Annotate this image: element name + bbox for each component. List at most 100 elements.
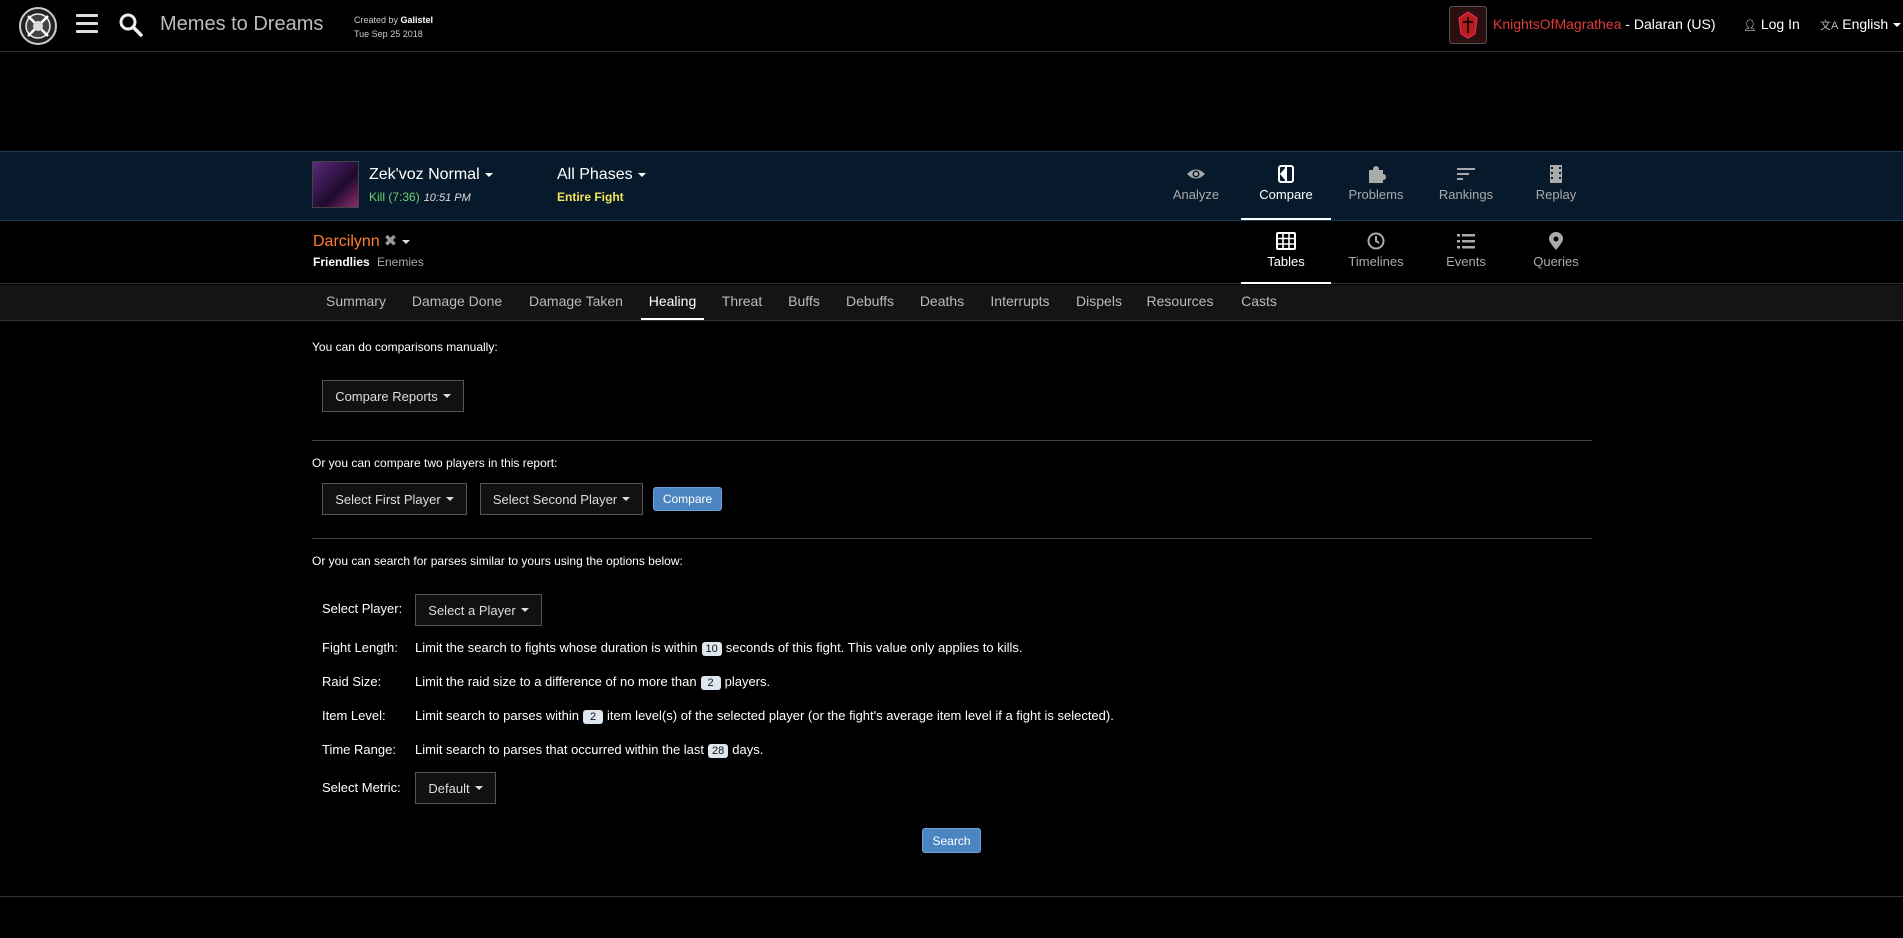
login-button[interactable]: 👤︎ Log In <box>1743 16 1800 32</box>
tab-analyze[interactable]: Analyze <box>1151 152 1241 220</box>
button-label: Compare Reports <box>335 388 438 404</box>
first-player-select[interactable]: Select First Player <box>322 483 467 515</box>
kill-result: Kill (7:36) <box>369 190 420 204</box>
fight-time: 10:51 PM <box>423 192 471 204</box>
hamburger-menu-icon[interactable] <box>76 14 98 34</box>
pin-icon <box>1549 232 1563 250</box>
friendlies-link[interactable]: Friendlies <box>313 255 370 269</box>
chevron-down-icon[interactable] <box>402 239 411 244</box>
boss-portrait <box>312 161 359 208</box>
guild-realm[interactable]: KnightsOfMagrathea - Dalaran (US) <box>1493 16 1716 32</box>
second-player-select[interactable]: Select Second Player <box>480 483 643 515</box>
fight-result: Kill (7:36) 10:51 PM <box>369 190 471 204</box>
fight-length-label: Fight Length: <box>322 640 398 655</box>
tab-timelines[interactable]: Timelines <box>1331 221 1421 284</box>
player-selector[interactable]: Darcilynn ✖ <box>313 231 411 251</box>
tab-damage-done[interactable]: Damage Done <box>404 285 510 320</box>
metric-label: Select Metric: <box>322 780 401 795</box>
tab-queries[interactable]: Queries <box>1511 221 1601 284</box>
tab-buffs[interactable]: Buffs <box>779 285 829 320</box>
raid-size-input[interactable]: 2 <box>700 676 721 690</box>
tab-debuffs[interactable]: Debuffs <box>837 285 903 320</box>
tab-deaths[interactable]: Deaths <box>911 285 973 320</box>
button-label: Select First Player <box>335 491 441 507</box>
phase-selector[interactable]: All Phases <box>557 166 646 184</box>
compare-players-text: Or you can compare two players in this r… <box>312 456 558 470</box>
fight-length-input[interactable]: 10 <box>701 642 722 656</box>
item-level-input[interactable]: 2 <box>583 710 604 724</box>
chevron-down-icon <box>637 172 646 177</box>
tab-tables[interactable]: Tables <box>1241 221 1331 284</box>
chevron-down-icon <box>484 172 493 177</box>
tab-label: Compare <box>1259 187 1313 202</box>
tab-events[interactable]: Events <box>1421 221 1511 284</box>
table-icon <box>1276 232 1296 250</box>
tab-compare[interactable]: Compare <box>1241 152 1331 220</box>
tab-label: Rankings <box>1438 187 1494 202</box>
eye-icon <box>1187 169 1205 179</box>
time-range-input[interactable]: 28 <box>708 744 729 758</box>
raid-size-label: Raid Size: <box>322 674 382 689</box>
tab-dispels[interactable]: Dispels <box>1067 285 1131 320</box>
created-by-label: Created by <box>354 15 399 25</box>
tab-problems[interactable]: Problems <box>1331 152 1421 220</box>
divider <box>312 538 1592 539</box>
search-button[interactable]: Search <box>922 828 981 853</box>
language-label: English <box>1842 16 1889 32</box>
tab-interrupts[interactable]: Interrupts <box>981 285 1059 320</box>
select-player-dropdown[interactable]: Select a Player <box>415 594 542 626</box>
fight-header: Zek'voz Normal Kill (7:36) 10:51 PM All P… <box>0 151 1903 221</box>
phase-sub-label: Entire Fight <box>557 190 624 204</box>
guild-name[interactable]: KnightsOfMagrathea <box>1493 16 1621 32</box>
button-label: Select Second Player <box>492 491 618 507</box>
tab-label: Timelines <box>1348 254 1404 269</box>
search-icon[interactable] <box>118 12 144 38</box>
tab-label: Tables <box>1267 254 1305 269</box>
fight-length-post: seconds of this fight. This value only a… <box>725 640 1023 655</box>
tab-damage-taken[interactable]: Damage Taken <box>519 285 633 320</box>
tab-healing[interactable]: Healing <box>641 285 704 320</box>
select-player-label: Select Player: <box>322 601 403 616</box>
time-range-description: Limit search to parses that occurred wit… <box>415 742 763 758</box>
puzzle-icon <box>1369 166 1386 183</box>
raid-size-description: Limit the raid size to a difference of n… <box>415 674 770 690</box>
tab-label: Analyze <box>1172 187 1220 202</box>
fight-length-description: Limit the search to fights whose duratio… <box>415 640 1023 656</box>
tab-resources[interactable]: Resources <box>1139 285 1221 320</box>
creator-name[interactable]: Galistel <box>401 15 434 25</box>
compare-reports-button[interactable]: Compare Reports <box>322 380 464 412</box>
close-icon[interactable]: ✖ <box>384 233 397 250</box>
boss-selector[interactable]: Zek'voz Normal <box>369 166 493 184</box>
phase-label: All Phases <box>557 166 633 183</box>
chevron-down-icon <box>474 786 483 790</box>
tab-summary[interactable]: Summary <box>318 285 394 320</box>
metric-dropdown[interactable]: Default <box>415 772 496 804</box>
film-icon <box>1550 165 1562 183</box>
time-range-label: Time Range: <box>322 742 396 757</box>
top-bar: Memes to Dreams Created by Galistel Tue … <box>0 0 1903 52</box>
tab-replay[interactable]: Replay <box>1511 152 1601 220</box>
item-level-pre: Limit search to parses within <box>415 708 580 723</box>
enemies-link[interactable]: Enemies <box>377 255 424 269</box>
tab-threat[interactable]: Threat <box>713 285 771 320</box>
compare-button[interactable]: Compare <box>653 487 722 511</box>
report-title[interactable]: Memes to Dreams <box>160 13 323 36</box>
chevron-down-icon <box>442 394 451 398</box>
raid-size-pre: Limit the raid size to a difference of n… <box>415 674 697 689</box>
site-logo-icon[interactable] <box>18 6 58 46</box>
guild-icon[interactable] <box>1449 6 1487 44</box>
list-icon <box>1457 234 1475 249</box>
clock-icon <box>1367 232 1385 250</box>
chevron-down-icon <box>622 497 631 501</box>
language-selector[interactable]: 文A English <box>1820 16 1902 33</box>
report-date: Tue Sep 25 2018 <box>354 29 423 39</box>
item-level-description: Limit search to parses within 2 item level… <box>415 708 1114 724</box>
divider <box>312 440 1592 441</box>
tab-casts[interactable]: Casts <box>1229 285 1289 320</box>
tab-label: Events <box>1446 254 1486 269</box>
category-tabs: Summary Damage Done Damage Taken Healing… <box>0 285 1903 321</box>
time-range-pre: Limit search to parses that occurred wit… <box>415 742 705 757</box>
tab-rankings[interactable]: Rankings <box>1421 152 1511 220</box>
parses-search-text: Or you can search for parses similar to … <box>312 554 683 568</box>
fight-length-pre: Limit the search to fights whose duratio… <box>415 640 698 655</box>
